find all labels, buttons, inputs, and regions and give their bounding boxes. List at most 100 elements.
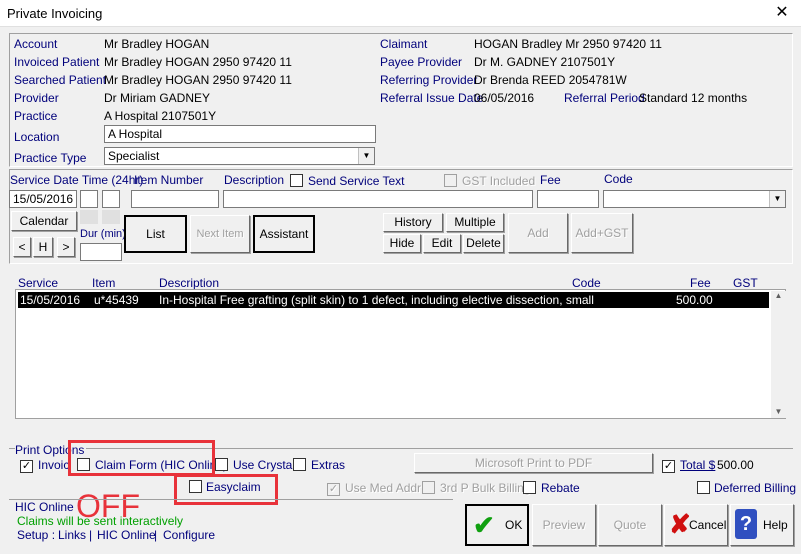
assistant-button[interactable]: Assistant bbox=[253, 215, 315, 253]
scroll-down-icon[interactable]: ▼ bbox=[771, 407, 786, 416]
claimant-label: Claimant bbox=[380, 37, 428, 51]
links-link[interactable]: Links bbox=[58, 528, 86, 542]
minute-spinner[interactable] bbox=[102, 210, 120, 224]
preview-button: Preview bbox=[532, 504, 596, 546]
help-question-icon: ? bbox=[735, 509, 757, 539]
configure-link[interactable]: Configure bbox=[163, 528, 215, 542]
home-date-button[interactable]: H bbox=[33, 237, 53, 257]
prev-date-button[interactable]: < bbox=[13, 237, 31, 257]
duration-input[interactable] bbox=[80, 243, 122, 261]
total-value: 500.00 bbox=[717, 458, 754, 472]
service-items-list[interactable]: 15/05/2016 u*45439 In-Hospital Free graf… bbox=[15, 289, 786, 419]
close-icon[interactable]: ✕ bbox=[770, 3, 794, 23]
checkmark-icon: ✔ bbox=[473, 510, 495, 540]
send-service-text-label: Send Service Text bbox=[308, 174, 405, 188]
rebate-label: Rebate bbox=[541, 481, 580, 495]
practice-type-select[interactable]: Specialist ▼ bbox=[104, 147, 375, 165]
row-item: u*45439 bbox=[94, 293, 139, 307]
referral-issue-date-value: 06/05/2016 bbox=[474, 91, 535, 105]
row-description: In-Hospital Free grafting (split skin) t… bbox=[159, 293, 594, 307]
service-minute-input[interactable] bbox=[102, 190, 120, 208]
searched-patient-label: Searched Patient bbox=[14, 73, 107, 87]
title-bar bbox=[0, 0, 801, 27]
practice-value: A Hospital 2107501Y bbox=[104, 109, 217, 123]
bulk-billing-label: 3rd P Bulk Billing bbox=[440, 481, 531, 495]
help-button[interactable]: ? Help bbox=[730, 504, 794, 546]
use-crystal-checkbox[interactable] bbox=[215, 458, 228, 474]
quote-button: Quote bbox=[598, 504, 662, 546]
send-service-text-checkbox[interactable] bbox=[290, 174, 303, 190]
printer-select-button: Microsoft Print to PDF bbox=[414, 453, 653, 473]
hour-spinner[interactable] bbox=[80, 210, 98, 224]
referral-period-label: Referral Period bbox=[564, 91, 645, 105]
calendar-button[interactable]: Calendar bbox=[11, 211, 77, 231]
column-header-fee[interactable]: Fee bbox=[690, 276, 711, 290]
column-header-code[interactable]: Code bbox=[572, 276, 601, 290]
gst-included-checkbox bbox=[444, 174, 457, 190]
history-button[interactable]: History bbox=[383, 213, 443, 232]
description-input[interactable] bbox=[223, 190, 533, 208]
payee-provider-label: Payee Provider bbox=[380, 55, 463, 69]
provider-value: Dr Miriam GADNEY bbox=[104, 91, 211, 105]
fee-input[interactable] bbox=[537, 190, 599, 208]
row-fee: 500.00 bbox=[676, 293, 713, 307]
invoiced-patient-value: Mr Bradley HOGAN 2950 97420 11 bbox=[104, 55, 292, 69]
vertical-scrollbar[interactable]: ▲ ▼ bbox=[771, 291, 786, 418]
invoice-checkbox[interactable]: ✓ bbox=[20, 458, 33, 473]
total-checkbox[interactable]: ✓ bbox=[662, 458, 675, 473]
chevron-down-icon[interactable]: ▼ bbox=[358, 148, 374, 164]
extras-checkbox[interactable] bbox=[293, 458, 306, 474]
searched-patient-value: Mr Bradley HOGAN 2950 97420 11 bbox=[104, 73, 292, 87]
table-row[interactable]: 15/05/2016 u*45439 In-Hospital Free graf… bbox=[18, 292, 769, 308]
edit-button[interactable]: Edit bbox=[423, 234, 461, 253]
total-label: Total $ bbox=[680, 458, 716, 472]
column-header-description[interactable]: Description bbox=[159, 276, 219, 290]
annotation-highlight-box bbox=[174, 474, 278, 505]
window-title: Private Invoicing bbox=[7, 6, 103, 21]
service-date-input[interactable]: 15/05/2016 bbox=[9, 190, 77, 208]
description-label: Description bbox=[224, 173, 285, 187]
deferred-billing-checkbox[interactable] bbox=[697, 481, 710, 497]
cancel-label: Cancel bbox=[689, 518, 727, 532]
hic-online-link[interactable]: HIC Online bbox=[97, 528, 156, 542]
column-header-gst[interactable]: GST bbox=[733, 276, 758, 290]
list-button[interactable]: List bbox=[124, 215, 187, 253]
ok-button[interactable]: ✔ OK bbox=[465, 504, 529, 546]
column-header-service[interactable]: Service bbox=[18, 276, 58, 290]
location-label: Location bbox=[14, 130, 60, 144]
help-label: Help bbox=[763, 518, 788, 532]
location-input[interactable]: A Hospital bbox=[104, 125, 376, 143]
gst-included-label: GST Included bbox=[462, 174, 536, 188]
service-hour-input[interactable] bbox=[80, 190, 98, 208]
link-separator: | bbox=[89, 528, 93, 542]
code-label: Code bbox=[604, 172, 633, 186]
delete-button[interactable]: Delete bbox=[463, 234, 504, 253]
rebate-checkbox[interactable] bbox=[523, 481, 536, 497]
extras-label: Extras bbox=[311, 458, 346, 472]
annotation-highlight-box bbox=[68, 440, 215, 476]
service-date-label: Service Date Time (24hr) bbox=[10, 173, 144, 187]
practice-label: Practice bbox=[14, 109, 58, 123]
chevron-down-icon[interactable]: ▼ bbox=[769, 191, 785, 207]
column-header-item[interactable]: Item bbox=[92, 276, 115, 290]
duration-label: Dur (min) bbox=[80, 228, 126, 240]
account-value: Mr Bradley HOGAN bbox=[104, 37, 210, 51]
multiple-button[interactable]: Multiple bbox=[446, 213, 504, 232]
code-select[interactable]: ▼ bbox=[603, 190, 786, 208]
setup-label: Setup : bbox=[17, 528, 56, 542]
cancel-button[interactable]: ✘ Cancel bbox=[664, 504, 728, 546]
practice-type-label: Practice Type bbox=[14, 151, 87, 165]
add-gst-button: Add+GST bbox=[571, 213, 633, 253]
invoiced-patient-label: Invoiced Patient bbox=[14, 55, 100, 69]
item-number-input[interactable] bbox=[131, 190, 219, 208]
scroll-up-icon[interactable]: ▲ bbox=[771, 291, 786, 300]
referring-provider-value: Dr Brenda REED 2054781W bbox=[474, 73, 627, 87]
cancel-x-icon: ✘ bbox=[669, 509, 691, 539]
hic-status-text: Claims will be sent interactively bbox=[17, 514, 184, 528]
referring-provider-label: Referring Provider bbox=[380, 73, 478, 87]
link-separator: | bbox=[154, 528, 158, 542]
next-date-button[interactable]: > bbox=[57, 237, 75, 257]
ok-label: OK bbox=[505, 518, 523, 532]
add-button: Add bbox=[508, 213, 568, 253]
hide-button[interactable]: Hide bbox=[383, 234, 421, 253]
